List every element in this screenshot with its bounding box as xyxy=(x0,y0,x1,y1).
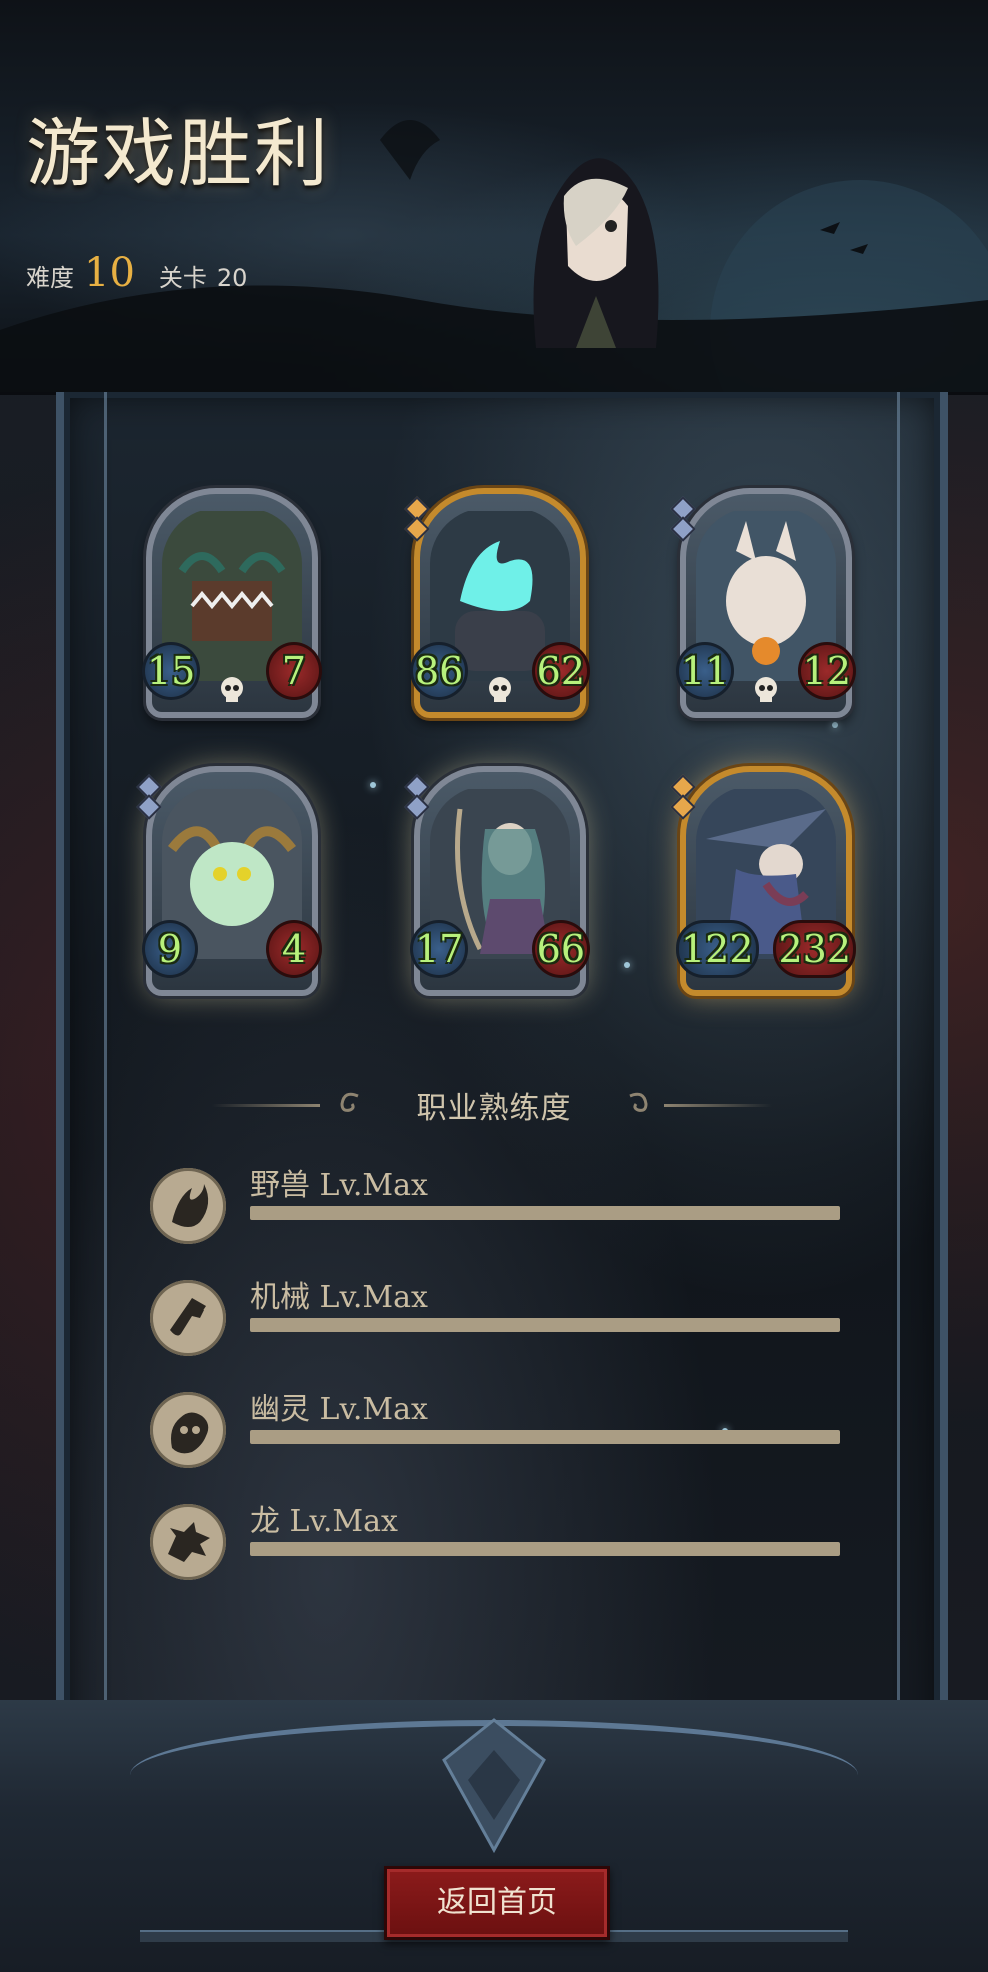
sparkle xyxy=(832,722,838,728)
sparkle xyxy=(370,782,376,788)
health-stat: 232 xyxy=(773,920,856,978)
health-stat: 62 xyxy=(531,642,590,700)
mastery-progress-fill xyxy=(250,1318,840,1332)
difficulty-label: 难度 xyxy=(26,264,74,292)
minion-card[interactable]: 11 12 xyxy=(670,488,856,718)
health-stat: 7 xyxy=(266,642,322,700)
minion-card[interactable]: 17 66 xyxy=(404,766,590,996)
swirl-ornament-right xyxy=(629,1092,648,1112)
minion-card[interactable]: 86 62 xyxy=(404,488,590,718)
result-header: 游戏胜利 难度 10 关卡 20 xyxy=(0,0,988,395)
mastery-progress-fill xyxy=(250,1430,840,1444)
minion-card[interactable]: 15 7 xyxy=(142,488,322,718)
hero-portrait xyxy=(533,158,659,348)
health-stat: 12 xyxy=(797,642,856,700)
attack-stat: 11 xyxy=(676,642,735,700)
mastery-row-dragon: 龙 Lv.Max xyxy=(150,1504,850,1588)
attack-stat: 9 xyxy=(142,920,198,978)
health-stat: 66 xyxy=(531,920,590,978)
ghost-icon xyxy=(150,1392,226,1468)
mastery-progress-bar xyxy=(250,1206,840,1220)
beast-claw-icon xyxy=(150,1168,226,1244)
mastery-row-ghost: 幽灵 Lv.Max xyxy=(150,1392,850,1476)
mastery-label: 龙 Lv.Max xyxy=(250,1504,398,1539)
mastery-label: 机械 Lv.Max xyxy=(250,1280,428,1315)
mastery-label: 幽灵 Lv.Max xyxy=(250,1392,428,1427)
minion-card[interactable]: 9 4 xyxy=(136,766,322,996)
attack-stat: 122 xyxy=(676,920,759,978)
attack-stat: 15 xyxy=(142,642,201,700)
mastery-progress-fill xyxy=(250,1206,840,1220)
skull-icon xyxy=(755,677,777,702)
mastery-progress-bar xyxy=(250,1542,840,1556)
run-info: 难度 10 关卡 20 xyxy=(26,250,247,296)
mastery-row-mech: 机械 Lv.Max xyxy=(150,1280,850,1364)
divider-right xyxy=(664,1104,772,1107)
mastery-progress-bar xyxy=(250,1318,840,1332)
back-home-button[interactable]: 返回首页 xyxy=(384,1866,610,1940)
mastery-progress-bar xyxy=(250,1430,840,1444)
health-stat: 4 xyxy=(266,920,322,978)
dragon-icon xyxy=(150,1504,226,1580)
page-title: 游戏胜利 xyxy=(26,111,330,197)
attack-stat: 86 xyxy=(410,642,469,700)
skull-icon xyxy=(221,677,243,702)
mastery-progress-fill xyxy=(250,1542,840,1556)
mech-icon xyxy=(150,1280,226,1356)
mastery-row-beast: 野兽 Lv.Max xyxy=(150,1168,850,1252)
skull-icon xyxy=(489,677,511,702)
mastery-title: 职业熟练度 xyxy=(416,1091,572,1126)
stage-label: 关卡 xyxy=(158,264,207,292)
stage-value: 20 xyxy=(216,264,248,292)
difficulty-value: 10 xyxy=(84,250,135,296)
minion-card[interactable]: 122 232 xyxy=(670,766,856,996)
attack-stat: 17 xyxy=(410,920,469,978)
sparkle xyxy=(624,962,630,968)
mastery-label: 野兽 Lv.Max xyxy=(250,1168,428,1203)
